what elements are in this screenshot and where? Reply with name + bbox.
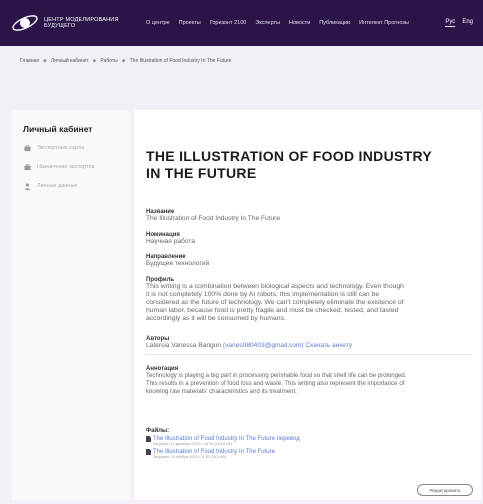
field-value: Будущее технологий <box>146 260 210 267</box>
edit-button[interactable]: Редактировать <box>417 484 473 496</box>
file-meta: Загружен 29 ноября 2022 г. 6:35 (16,3 КБ… <box>153 455 227 459</box>
divider <box>146 354 471 355</box>
user-icon <box>24 182 31 190</box>
profile-line: This writing is a combination between bi… <box>146 283 404 290</box>
profile-line: accordingly as it will be consumed by hu… <box>146 315 286 322</box>
nav-item-about[interactable]: О центре <box>146 20 170 26</box>
language-switch: Рус Eng <box>438 19 473 27</box>
profile-line: human labor, because food is pretty frag… <box>146 307 399 314</box>
sidebar-title: Личный кабинет <box>23 124 93 134</box>
lang-en[interactable]: Eng <box>462 19 473 27</box>
sidebar-item-personal-data[interactable]: Личные данные <box>24 181 130 191</box>
site-header: Центр моделирования будущего О центре Пр… <box>0 0 483 46</box>
field-label: Файлы: <box>146 428 170 434</box>
nav-item-horizon[interactable]: Горизонт 2100 <box>210 20 247 26</box>
field-nomination: Номинация Научная работа <box>146 232 471 246</box>
lang-ru[interactable]: Рус <box>445 19 456 27</box>
breadcrumb-separator: ◆ <box>121 58 126 64</box>
page-title: The Illustration of Food Industry In The… <box>146 148 471 182</box>
briefcase-icon <box>24 163 31 170</box>
profile-line: it is not completely 100% done by AI rob… <box>146 291 380 298</box>
briefcase-icon <box>24 144 31 151</box>
site-logo[interactable]: Центр моделирования будущего <box>10 12 140 34</box>
breadcrumb: Главная ◆ Личный кабинет ◆ Работы ◆ The Illust… <box>20 58 231 64</box>
file-icon <box>146 436 151 442</box>
page-title-line1: The Illustration of Food Industry <box>146 148 432 164</box>
sidebar: Личный кабинет Экспертные карты Назначен… <box>12 110 130 500</box>
logo-line2: будущего <box>44 23 76 29</box>
sidebar-item-label: Экспертные карты <box>37 145 85 151</box>
profile-line: considered as the future of technology. … <box>146 299 404 306</box>
sidebar-item-expert-cards[interactable]: Экспертные карты <box>24 143 130 153</box>
field-value: Научная работа <box>146 238 196 245</box>
breadcrumb-current: The Illustration of Food Industry In The… <box>129 58 232 64</box>
field-annotation: Аннотация Technology is playing a big pa… <box>146 366 471 396</box>
file-meta: Загружен 10 декабря 2022 г. 14:33 (145,6… <box>153 442 233 446</box>
download-form-link[interactable]: Скачать анкету <box>305 342 352 349</box>
nav-item-projects[interactable]: Проекты <box>179 20 201 26</box>
logo-icon <box>12 15 38 31</box>
field-authors: Авторы Latersia Vanessa Bangun (vanes080… <box>146 336 471 349</box>
breadcrumb-works[interactable]: Работы <box>100 58 117 64</box>
field-name: Название The Illustration of Food Indust… <box>146 209 471 223</box>
breadcrumb-separator: ◆ <box>92 58 97 64</box>
sidebar-item-label: Личные данные <box>37 183 78 189</box>
nav-item-news[interactable]: Новости <box>289 20 310 26</box>
field-direction: Направление Будущее технологий <box>146 254 471 268</box>
nav-item-publications[interactable]: Публикации <box>319 20 350 26</box>
main-nav: О центре Проекты Горизонт 2100 Эксперты … <box>146 20 418 26</box>
field-files: Файлы: The Illustration of Food Industry… <box>146 428 471 460</box>
annotation-line: knowing raw materials' characteristics a… <box>146 388 297 395</box>
annotation-line: Technology is playing a big part in proc… <box>146 372 407 379</box>
breadcrumb-cabinet[interactable]: Личный кабинет <box>51 58 89 64</box>
annotation-line: This results in a prevention of food los… <box>146 380 405 387</box>
author-email-link[interactable]: (vanes080403@gmail.com) <box>223 342 304 349</box>
work-details-panel: The Illustration of Food Industry In The… <box>134 110 481 500</box>
author-name: Latersia Vanessa Bangun <box>146 342 222 349</box>
sidebar-item-expert-assignment[interactable]: Назначение экспертов <box>24 162 130 172</box>
breadcrumb-separator: ◆ <box>43 58 47 64</box>
page-title-line2: In The Future <box>146 165 257 181</box>
field-value: The Illustration of Food Industry In The… <box>146 215 281 222</box>
nav-item-forecasts[interactable]: Интелект Прогнозы <box>359 20 409 26</box>
field-profile: Профиль This writing is a combination be… <box>146 277 471 323</box>
sidebar-item-label: Назначение экспертов <box>37 164 95 170</box>
nav-item-experts[interactable]: Эксперты <box>255 20 280 26</box>
breadcrumb-home[interactable]: Главная <box>20 58 39 64</box>
authors-line: Latersia Vanessa Bangun (vanes080403@gma… <box>146 342 471 349</box>
file-icon <box>146 449 151 455</box>
